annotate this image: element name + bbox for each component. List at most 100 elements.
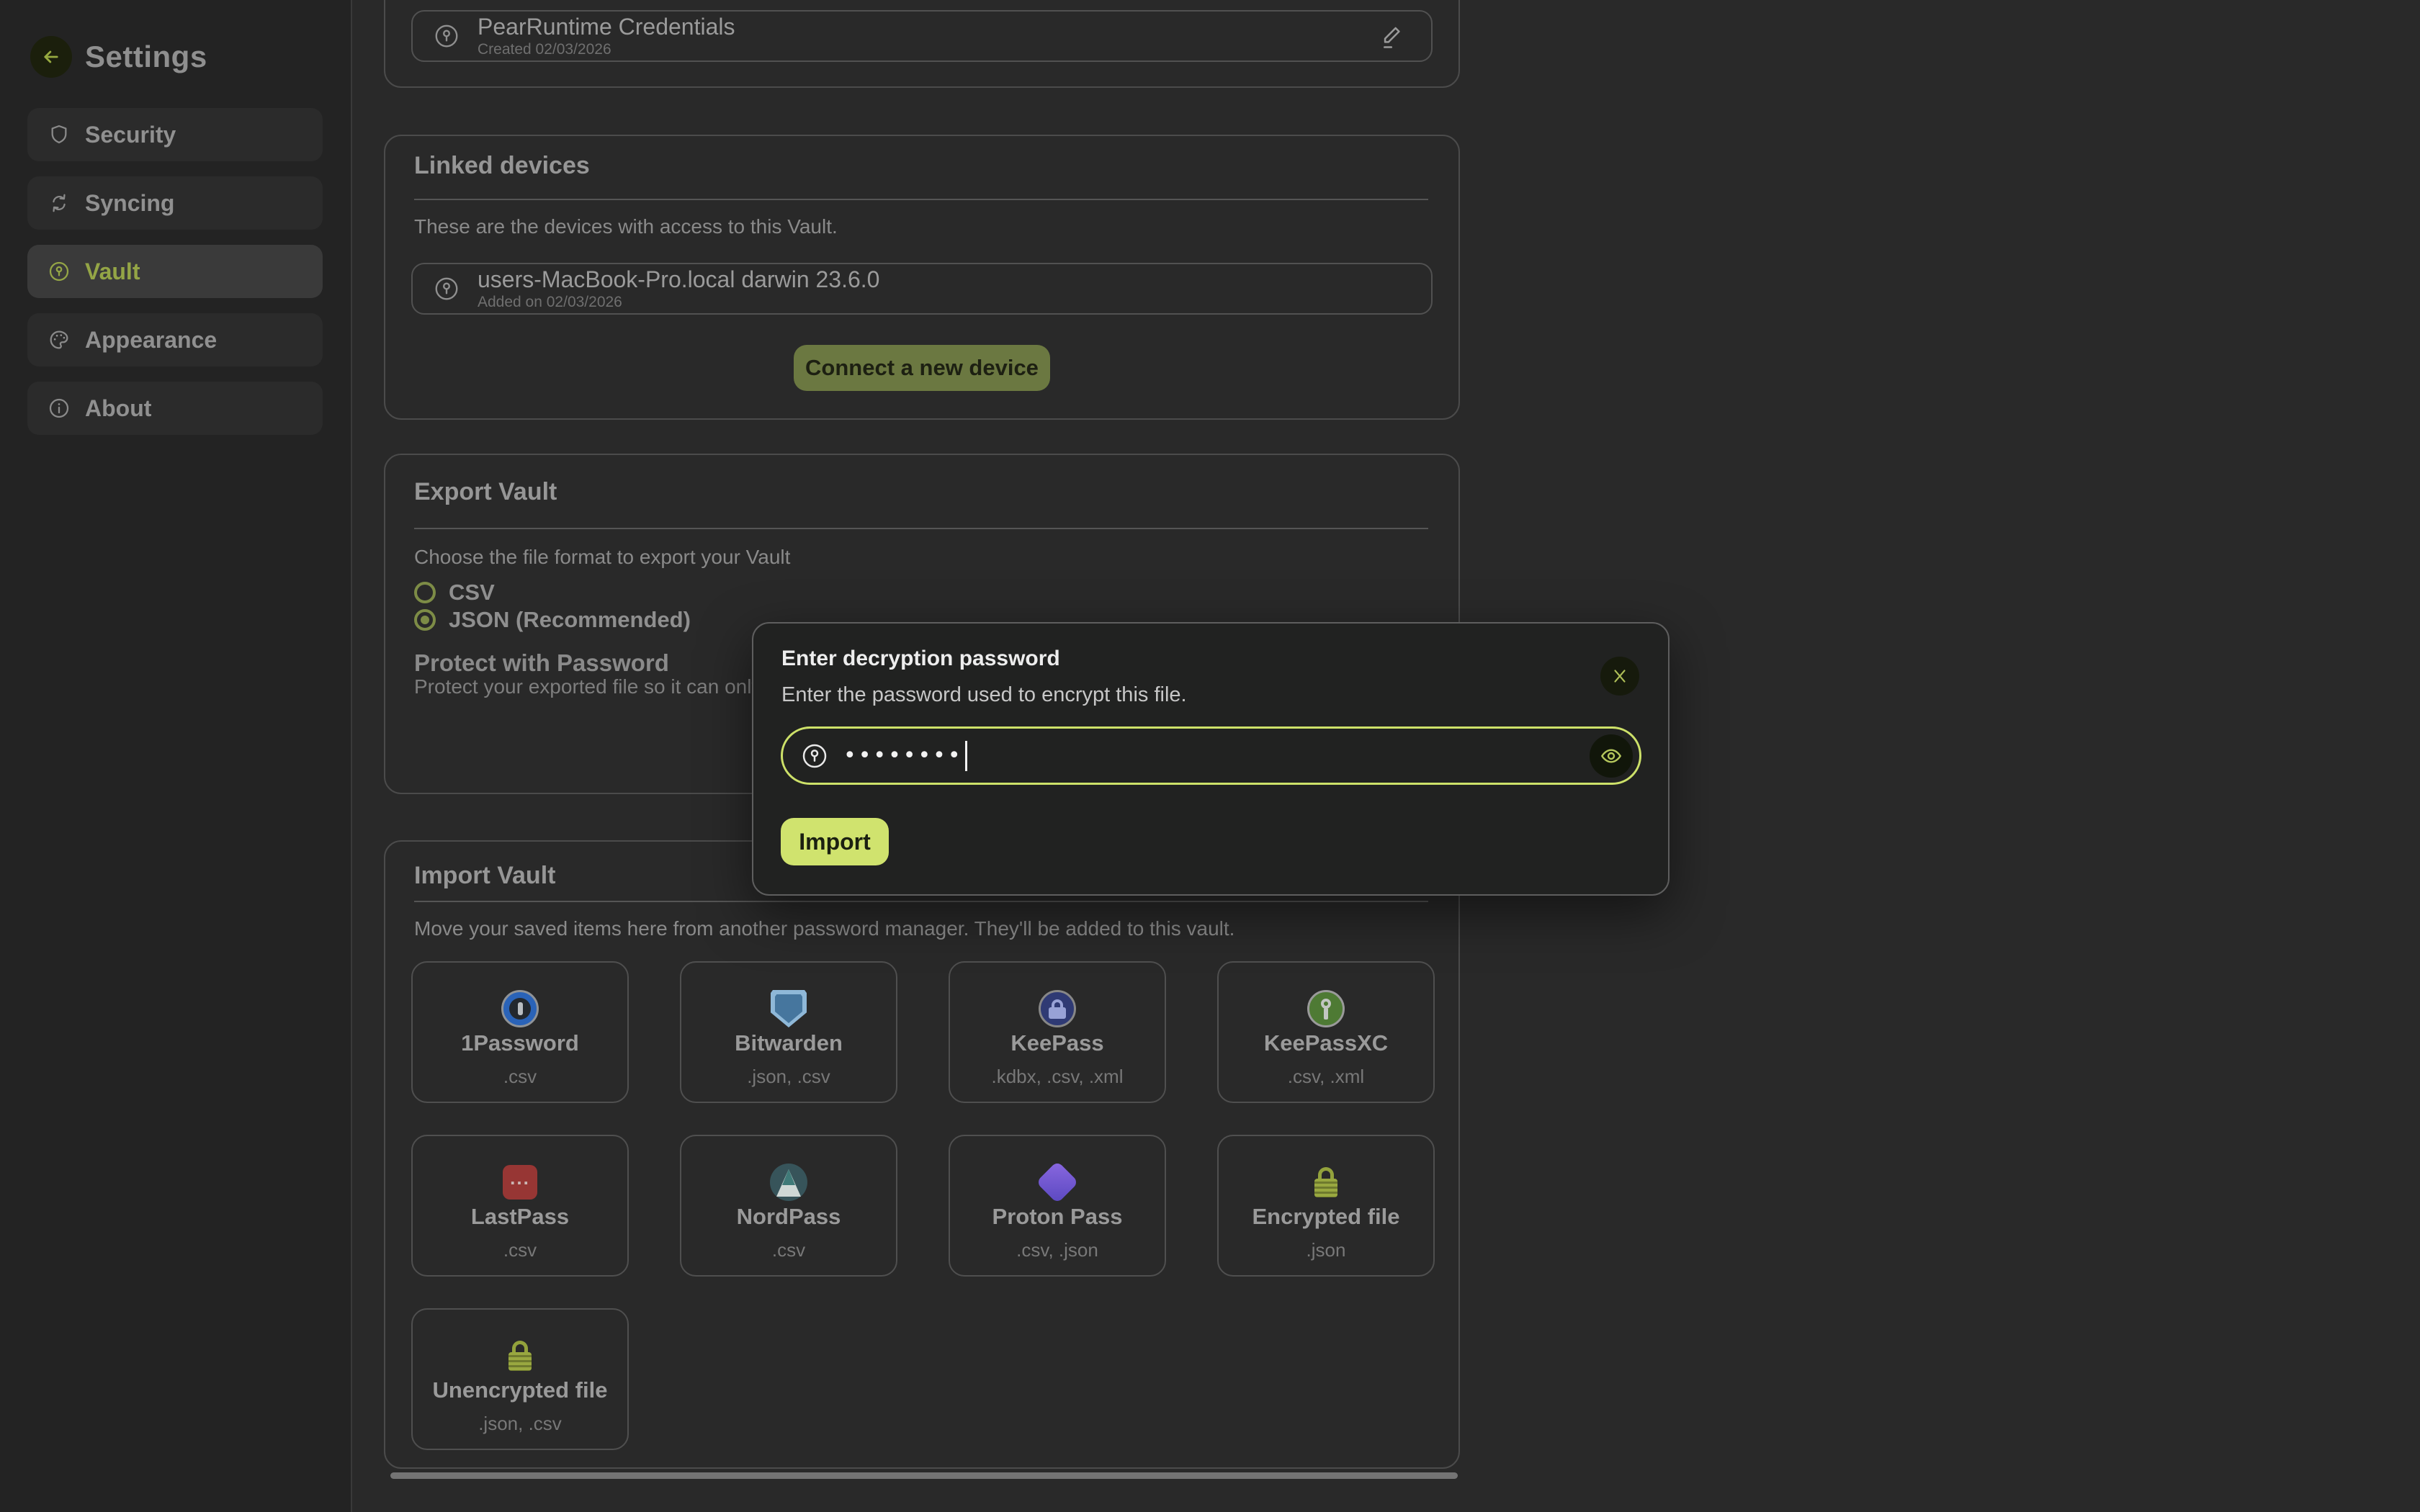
onepassword-icon <box>501 990 539 1027</box>
radio-json-label: JSON (Recommended) <box>449 607 691 633</box>
source-name: KeePass <box>950 1030 1165 1056</box>
keepass-icon <box>1039 990 1076 1027</box>
source-name: KeePassXC <box>1219 1030 1433 1056</box>
source-formats: .csv <box>413 1066 627 1088</box>
source-name: Unencrypted file <box>413 1377 627 1403</box>
radio-option-json[interactable]: JSON (Recommended) <box>414 608 691 632</box>
radio-csv[interactable] <box>414 582 436 603</box>
protonpass-icon <box>1039 1164 1076 1201</box>
sidebar-item-label: Vault <box>85 258 140 285</box>
password-masked-value: •••••••• <box>843 743 963 768</box>
linked-devices-panel: Linked devices These are the devices wit… <box>384 135 1460 420</box>
protect-with-password-description: Protect your exported file so it can onl… <box>414 675 789 698</box>
modal-description: Enter the password used to encrypt this … <box>781 683 1187 707</box>
import-source-protonpass[interactable]: Proton Pass .csv, .json <box>949 1135 1166 1277</box>
divider <box>414 199 1428 200</box>
close-icon <box>1610 667 1629 685</box>
credential-card[interactable]: PearRuntime Credentials Created 02/03/20… <box>411 10 1433 62</box>
settings-title: Settings <box>85 36 207 78</box>
sidebar-item-label: Appearance <box>85 327 217 354</box>
radio-json[interactable] <box>414 609 436 631</box>
password-input[interactable]: •••••••• <box>781 726 1641 785</box>
source-name: Bitwarden <box>681 1030 896 1056</box>
key-icon <box>800 742 829 770</box>
edit-credential-button[interactable] <box>1375 22 1407 53</box>
device-name: users-MacBook-Pro.local darwin 23.6.0 <box>478 266 879 292</box>
toggle-password-visibility-button[interactable] <box>1590 734 1633 778</box>
modal-close-button[interactable] <box>1600 657 1639 696</box>
source-formats: .csv <box>413 1239 627 1261</box>
import-source-bitwarden[interactable]: Bitwarden .json, .csv <box>680 961 897 1103</box>
lock-encrypted-icon <box>1307 1164 1345 1201</box>
shield-icon <box>48 123 71 146</box>
source-name: Proton Pass <box>950 1204 1165 1230</box>
connect-new-device-button[interactable]: Connect a new device <box>794 345 1050 391</box>
source-formats: .json <box>1219 1239 1433 1261</box>
import-source-keepass[interactable]: KeePass .kdbx, .csv, .xml <box>949 961 1166 1103</box>
credential-name: PearRuntime Credentials <box>478 14 735 40</box>
source-name: 1Password <box>413 1030 627 1056</box>
credential-created: Created 02/03/2026 <box>478 41 735 58</box>
back-button[interactable] <box>30 36 72 78</box>
import-source-keepassxc[interactable]: KeePassXC .csv, .xml <box>1217 961 1435 1103</box>
horizontal-scrollbar[interactable] <box>390 1472 1458 1479</box>
import-vault-panel: Import Vault Move your saved items here … <box>384 840 1460 1469</box>
protect-with-password-heading: Protect with Password <box>414 649 669 677</box>
divider <box>414 901 1428 902</box>
source-formats: .json, .csv <box>413 1413 627 1435</box>
eye-icon <box>1600 744 1623 768</box>
device-card[interactable]: users-MacBook-Pro.local darwin 23.6.0 Ad… <box>411 263 1433 315</box>
info-icon <box>48 397 71 420</box>
sidebar-item-security[interactable]: Security <box>27 108 323 161</box>
sidebar-item-label: About <box>85 395 151 422</box>
nordpass-icon <box>770 1164 807 1201</box>
bitwarden-icon <box>770 990 807 1027</box>
sidebar-item-about[interactable]: About <box>27 382 323 435</box>
import-source-lastpass[interactable]: ... LastPass .csv <box>411 1135 629 1277</box>
source-formats: .csv, .xml <box>1219 1066 1433 1088</box>
key-icon <box>433 22 460 50</box>
export-vault-title: Export Vault <box>414 478 557 506</box>
arrow-left-icon <box>41 47 61 67</box>
vault-key-icon <box>48 260 71 283</box>
modal-title: Enter decryption password <box>781 647 1060 671</box>
import-source-nordpass[interactable]: NordPass .csv <box>680 1135 897 1277</box>
device-added: Added on 02/03/2026 <box>478 294 879 311</box>
radio-option-csv[interactable]: CSV <box>414 580 495 605</box>
vault-header-panel: PearRuntime Credentials Created 02/03/20… <box>384 0 1460 88</box>
import-button[interactable]: Import <box>781 818 889 865</box>
key-icon <box>433 275 460 302</box>
import-source-encrypted-file[interactable]: Encrypted file .json <box>1217 1135 1435 1277</box>
sync-icon <box>48 192 71 215</box>
sidebar-item-vault[interactable]: Vault <box>27 245 323 298</box>
sidebar-item-label: Syncing <box>85 190 174 217</box>
decryption-password-modal: Enter decryption password Enter the pass… <box>752 622 1670 896</box>
import-sources-grid: 1Password .csv Bitwarden .json, .csv Kee… <box>411 961 1435 1450</box>
source-name: LastPass <box>413 1204 627 1230</box>
source-name: NordPass <box>681 1204 896 1230</box>
import-vault-description: Move your saved items here from another … <box>414 917 1234 940</box>
sidebar-item-syncing[interactable]: Syncing <box>27 176 323 230</box>
settings-nav: Security Syncing Vault Appearance About <box>27 108 323 450</box>
text-caret <box>965 741 967 771</box>
radio-csv-label: CSV <box>449 580 495 606</box>
lastpass-icon: ... <box>501 1164 539 1201</box>
divider <box>414 528 1428 529</box>
linked-devices-title: Linked devices <box>414 152 590 180</box>
source-formats: .json, .csv <box>681 1066 896 1088</box>
linked-devices-description: These are the devices with access to thi… <box>414 215 838 238</box>
palette-icon <box>48 328 71 351</box>
import-source-1password[interactable]: 1Password .csv <box>411 961 629 1103</box>
source-formats: .kdbx, .csv, .xml <box>950 1066 1165 1088</box>
settings-sidebar: Settings Security Syncing Vault Appearan… <box>0 0 352 1512</box>
keepassxc-icon <box>1307 990 1345 1027</box>
pencil-icon <box>1377 24 1404 51</box>
source-formats: .csv, .json <box>950 1239 1165 1261</box>
sidebar-item-appearance[interactable]: Appearance <box>27 313 323 366</box>
import-source-unencrypted-file[interactable]: Unencrypted file .json, .csv <box>411 1308 629 1450</box>
source-name: Encrypted file <box>1219 1204 1433 1230</box>
source-formats: .csv <box>681 1239 896 1261</box>
import-vault-title: Import Vault <box>414 862 555 890</box>
lock-unencrypted-icon <box>501 1337 539 1374</box>
export-format-description: Choose the file format to export your Va… <box>414 546 790 569</box>
